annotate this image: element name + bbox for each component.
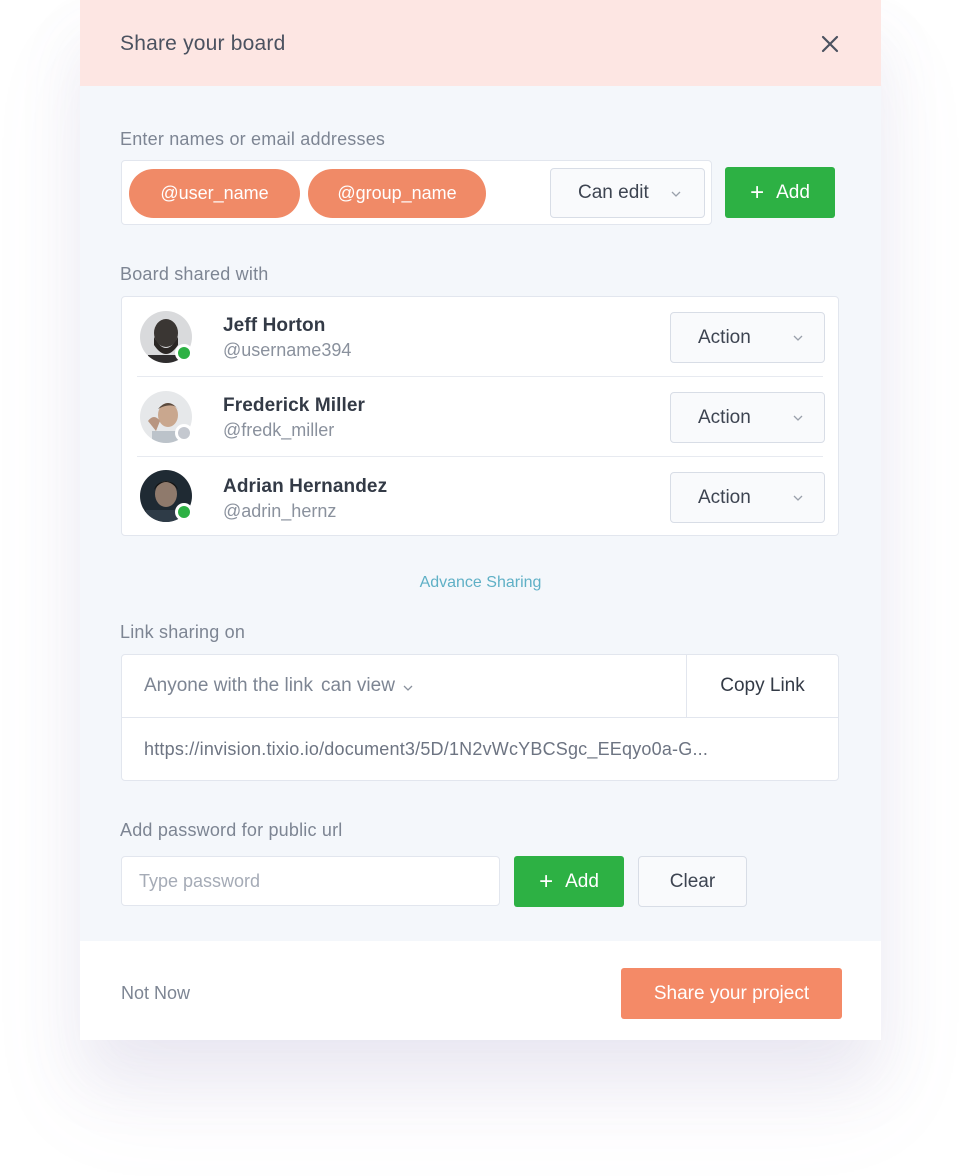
member-name: Jeff Horton — [223, 315, 326, 336]
member-name: Adrian Hernandez — [223, 476, 388, 497]
member-action-button[interactable]: Action — [670, 392, 825, 443]
member-handle: @fredk_miller — [223, 420, 335, 440]
link-sharing-row: Anyone with the link can view Copy Link — [122, 655, 838, 718]
member-row: Jeff Horton @username394 Action — [122, 297, 838, 377]
plus-icon: + — [539, 867, 554, 895]
share-project-button[interactable]: Share your project — [621, 968, 842, 1019]
add-invite-button[interactable]: + Add — [725, 167, 835, 218]
link-sharing-label: Link sharing on — [120, 622, 246, 642]
share-board-modal: Share your board Enter names or email ad… — [80, 0, 881, 1040]
link-sharing-card: Anyone with the link can view Copy Link … — [121, 654, 839, 781]
online-status-dot — [175, 344, 193, 362]
link-permission-value: can view — [321, 675, 395, 696]
clear-password-button[interactable]: Clear — [638, 856, 747, 907]
member-handle: @username394 — [223, 340, 352, 360]
member-row: Frederick Miller @fredk_miller Action — [122, 377, 838, 457]
add-password-button[interactable]: + Add — [514, 856, 624, 907]
chevron-down-icon — [793, 335, 803, 341]
permission-select-value: Can edit — [578, 182, 649, 203]
add-invite-label: Add — [776, 181, 810, 203]
chevron-down-icon — [671, 191, 681, 197]
invite-input-box[interactable]: @user_name @group_name Can edit — [121, 160, 712, 225]
modal-footer: Not Now Share your project — [80, 941, 881, 1040]
close-icon — [821, 35, 839, 53]
member-name: Frederick Miller — [223, 395, 366, 416]
shared-with-label: Board shared with — [120, 264, 269, 284]
share-url[interactable]: https://invision.tixio.io/document3/5D/1… — [144, 739, 708, 760]
member-action-label: Action — [698, 326, 751, 348]
link-scope-text: Anyone with the link — [144, 675, 313, 696]
permission-select[interactable]: Can edit — [550, 168, 705, 218]
member-action-button[interactable]: Action — [670, 472, 825, 523]
chip-user-name[interactable]: @user_name — [129, 169, 300, 218]
not-now-button[interactable]: Not Now — [121, 983, 190, 1004]
member-action-button[interactable]: Action — [670, 312, 825, 363]
chip-group-name[interactable]: @group_name — [308, 169, 486, 218]
chevron-down-icon — [403, 685, 413, 691]
shared-members-list: Jeff Horton @username394 Action Frederic… — [121, 296, 839, 536]
chevron-down-icon — [793, 495, 803, 501]
password-input[interactable] — [121, 856, 500, 906]
modal-title: Share your board — [120, 32, 286, 55]
plus-icon: + — [750, 178, 765, 206]
member-action-label: Action — [698, 406, 751, 428]
link-permission-select[interactable]: Anyone with the link can view — [144, 675, 413, 697]
member-action-label: Action — [698, 486, 751, 508]
member-row: Adrian Hernandez @adrin_hernz Action — [122, 457, 838, 537]
advance-sharing-link[interactable]: Advance Sharing — [80, 574, 881, 592]
password-label: Add password for public url — [120, 820, 343, 840]
copy-link-button[interactable]: Copy Link — [686, 655, 838, 717]
invite-label: Enter names or email addresses — [120, 129, 386, 149]
online-status-dot — [175, 503, 193, 521]
offline-status-dot — [175, 424, 193, 442]
add-password-label: Add — [565, 870, 599, 892]
modal-header: Share your board — [80, 0, 881, 86]
chevron-down-icon — [793, 415, 803, 421]
member-handle: @adrin_hernz — [223, 501, 337, 521]
close-button[interactable] — [818, 32, 842, 56]
